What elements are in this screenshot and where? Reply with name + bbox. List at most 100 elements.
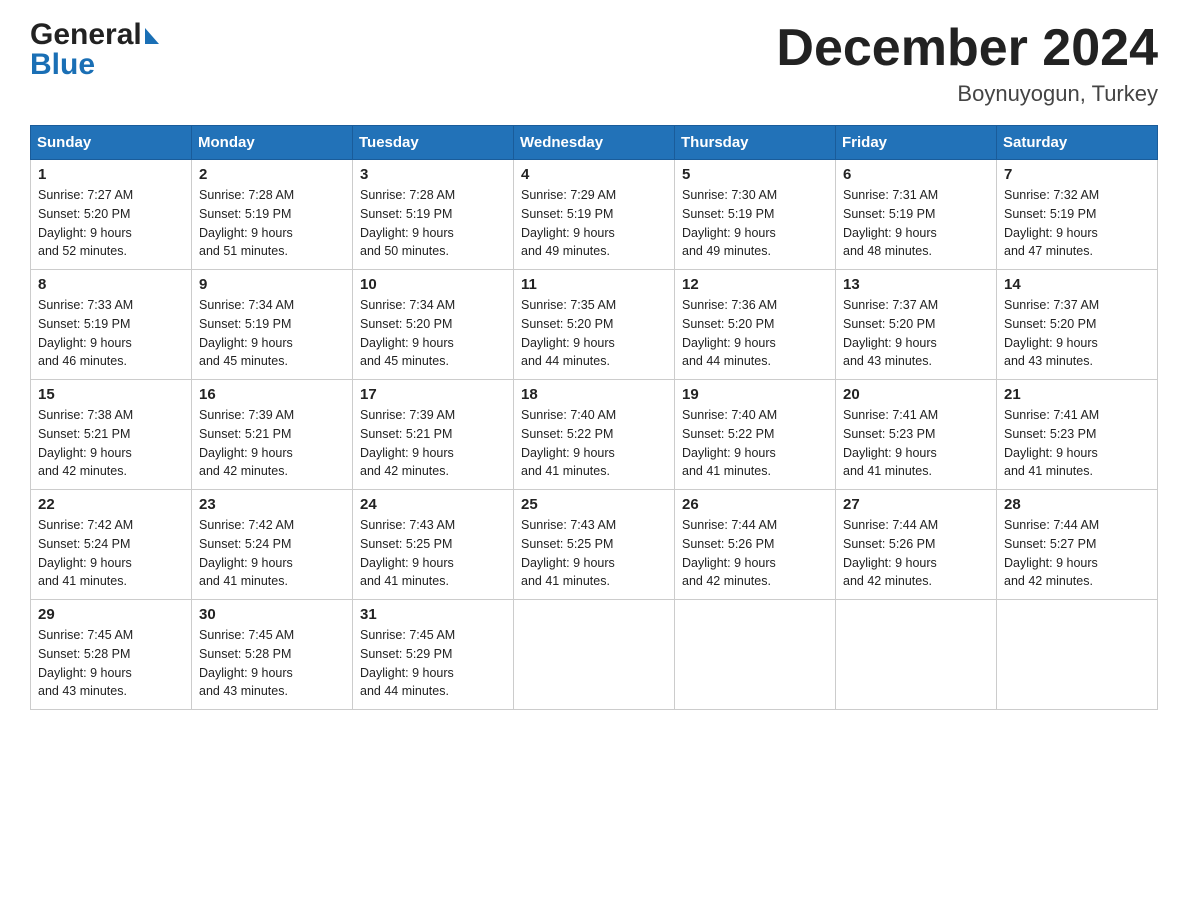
day-info: Sunrise: 7:37 AM Sunset: 5:20 PM Dayligh… [1004, 296, 1150, 371]
sunrise-label: Sunrise: 7:27 AM [38, 188, 133, 202]
table-row: 15 Sunrise: 7:38 AM Sunset: 5:21 PM Dayl… [31, 380, 192, 490]
sunset-label: Sunset: 5:20 PM [360, 317, 452, 331]
table-row: 17 Sunrise: 7:39 AM Sunset: 5:21 PM Dayl… [353, 380, 514, 490]
day-info: Sunrise: 7:29 AM Sunset: 5:19 PM Dayligh… [521, 186, 667, 261]
sunset-label: Sunset: 5:26 PM [682, 537, 774, 551]
day-number: 30 [199, 606, 345, 623]
sunrise-label: Sunrise: 7:45 AM [199, 628, 294, 642]
day-number: 25 [521, 496, 667, 513]
col-friday: Friday [836, 126, 997, 160]
sunset-label: Sunset: 5:20 PM [38, 207, 130, 221]
day-info: Sunrise: 7:40 AM Sunset: 5:22 PM Dayligh… [682, 406, 828, 481]
day-info: Sunrise: 7:35 AM Sunset: 5:20 PM Dayligh… [521, 296, 667, 371]
sunrise-label: Sunrise: 7:40 AM [521, 408, 616, 422]
sunrise-label: Sunrise: 7:43 AM [360, 518, 455, 532]
daylight-label: Daylight: 9 hoursand 41 minutes. [199, 556, 293, 589]
calendar-header-row: Sunday Monday Tuesday Wednesday Thursday… [31, 126, 1158, 160]
sunset-label: Sunset: 5:20 PM [521, 317, 613, 331]
table-row: 25 Sunrise: 7:43 AM Sunset: 5:25 PM Dayl… [514, 490, 675, 600]
logo-general: General [30, 20, 142, 50]
day-number: 7 [1004, 166, 1150, 183]
day-number: 6 [843, 166, 989, 183]
sunset-label: Sunset: 5:21 PM [360, 427, 452, 441]
sunrise-label: Sunrise: 7:35 AM [521, 298, 616, 312]
sunrise-label: Sunrise: 7:40 AM [682, 408, 777, 422]
sunrise-label: Sunrise: 7:37 AM [1004, 298, 1099, 312]
day-info: Sunrise: 7:30 AM Sunset: 5:19 PM Dayligh… [682, 186, 828, 261]
table-row: 22 Sunrise: 7:42 AM Sunset: 5:24 PM Dayl… [31, 490, 192, 600]
day-info: Sunrise: 7:41 AM Sunset: 5:23 PM Dayligh… [843, 406, 989, 481]
daylight-label: Daylight: 9 hoursand 42 minutes. [360, 446, 454, 479]
table-row: 31 Sunrise: 7:45 AM Sunset: 5:29 PM Dayl… [353, 600, 514, 710]
day-info: Sunrise: 7:42 AM Sunset: 5:24 PM Dayligh… [199, 516, 345, 591]
daylight-label: Daylight: 9 hoursand 43 minutes. [843, 336, 937, 369]
day-info: Sunrise: 7:28 AM Sunset: 5:19 PM Dayligh… [199, 186, 345, 261]
table-row [836, 600, 997, 710]
day-info: Sunrise: 7:44 AM Sunset: 5:26 PM Dayligh… [843, 516, 989, 591]
table-row: 26 Sunrise: 7:44 AM Sunset: 5:26 PM Dayl… [675, 490, 836, 600]
sunrise-label: Sunrise: 7:33 AM [38, 298, 133, 312]
daylight-label: Daylight: 9 hoursand 49 minutes. [682, 226, 776, 259]
day-number: 9 [199, 276, 345, 293]
day-number: 17 [360, 386, 506, 403]
logo-arrow-icon [145, 28, 159, 44]
day-number: 24 [360, 496, 506, 513]
sunset-label: Sunset: 5:19 PM [199, 207, 291, 221]
sunset-label: Sunset: 5:22 PM [682, 427, 774, 441]
table-row: 8 Sunrise: 7:33 AM Sunset: 5:19 PM Dayli… [31, 270, 192, 380]
day-info: Sunrise: 7:36 AM Sunset: 5:20 PM Dayligh… [682, 296, 828, 371]
day-info: Sunrise: 7:32 AM Sunset: 5:19 PM Dayligh… [1004, 186, 1150, 261]
table-row: 13 Sunrise: 7:37 AM Sunset: 5:20 PM Dayl… [836, 270, 997, 380]
day-number: 2 [199, 166, 345, 183]
day-number: 5 [682, 166, 828, 183]
month-title: December 2024 [776, 20, 1158, 77]
sunset-label: Sunset: 5:27 PM [1004, 537, 1096, 551]
day-info: Sunrise: 7:28 AM Sunset: 5:19 PM Dayligh… [360, 186, 506, 261]
day-number: 19 [682, 386, 828, 403]
col-sunday: Sunday [31, 126, 192, 160]
col-thursday: Thursday [675, 126, 836, 160]
sunset-label: Sunset: 5:19 PM [1004, 207, 1096, 221]
sunset-label: Sunset: 5:19 PM [843, 207, 935, 221]
sunset-label: Sunset: 5:21 PM [199, 427, 291, 441]
location: Boynuyogun, Turkey [776, 81, 1158, 107]
table-row: 24 Sunrise: 7:43 AM Sunset: 5:25 PM Dayl… [353, 490, 514, 600]
table-row: 16 Sunrise: 7:39 AM Sunset: 5:21 PM Dayl… [192, 380, 353, 490]
day-number: 18 [521, 386, 667, 403]
sunset-label: Sunset: 5:19 PM [38, 317, 130, 331]
table-row: 12 Sunrise: 7:36 AM Sunset: 5:20 PM Dayl… [675, 270, 836, 380]
sunset-label: Sunset: 5:23 PM [843, 427, 935, 441]
daylight-label: Daylight: 9 hoursand 45 minutes. [199, 336, 293, 369]
day-info: Sunrise: 7:34 AM Sunset: 5:20 PM Dayligh… [360, 296, 506, 371]
table-row: 20 Sunrise: 7:41 AM Sunset: 5:23 PM Dayl… [836, 380, 997, 490]
sunrise-label: Sunrise: 7:30 AM [682, 188, 777, 202]
calendar-week-row: 8 Sunrise: 7:33 AM Sunset: 5:19 PM Dayli… [31, 270, 1158, 380]
sunset-label: Sunset: 5:25 PM [360, 537, 452, 551]
day-info: Sunrise: 7:31 AM Sunset: 5:19 PM Dayligh… [843, 186, 989, 261]
sunset-label: Sunset: 5:29 PM [360, 647, 452, 661]
day-number: 22 [38, 496, 184, 513]
daylight-label: Daylight: 9 hoursand 41 minutes. [1004, 446, 1098, 479]
daylight-label: Daylight: 9 hoursand 43 minutes. [38, 666, 132, 699]
table-row [675, 600, 836, 710]
day-info: Sunrise: 7:38 AM Sunset: 5:21 PM Dayligh… [38, 406, 184, 481]
page-header: General Blue December 2024 Boynuyogun, T… [30, 20, 1158, 107]
table-row: 2 Sunrise: 7:28 AM Sunset: 5:19 PM Dayli… [192, 160, 353, 270]
day-number: 8 [38, 276, 184, 293]
sunset-label: Sunset: 5:28 PM [199, 647, 291, 661]
table-row: 23 Sunrise: 7:42 AM Sunset: 5:24 PM Dayl… [192, 490, 353, 600]
col-saturday: Saturday [997, 126, 1158, 160]
table-row: 6 Sunrise: 7:31 AM Sunset: 5:19 PM Dayli… [836, 160, 997, 270]
table-row: 7 Sunrise: 7:32 AM Sunset: 5:19 PM Dayli… [997, 160, 1158, 270]
daylight-label: Daylight: 9 hoursand 44 minutes. [360, 666, 454, 699]
sunrise-label: Sunrise: 7:45 AM [360, 628, 455, 642]
sunrise-label: Sunrise: 7:44 AM [1004, 518, 1099, 532]
daylight-label: Daylight: 9 hoursand 49 minutes. [521, 226, 615, 259]
daylight-label: Daylight: 9 hoursand 41 minutes. [360, 556, 454, 589]
day-info: Sunrise: 7:43 AM Sunset: 5:25 PM Dayligh… [521, 516, 667, 591]
table-row: 5 Sunrise: 7:30 AM Sunset: 5:19 PM Dayli… [675, 160, 836, 270]
sunrise-label: Sunrise: 7:41 AM [1004, 408, 1099, 422]
daylight-label: Daylight: 9 hoursand 43 minutes. [1004, 336, 1098, 369]
sunset-label: Sunset: 5:22 PM [521, 427, 613, 441]
daylight-label: Daylight: 9 hoursand 44 minutes. [682, 336, 776, 369]
